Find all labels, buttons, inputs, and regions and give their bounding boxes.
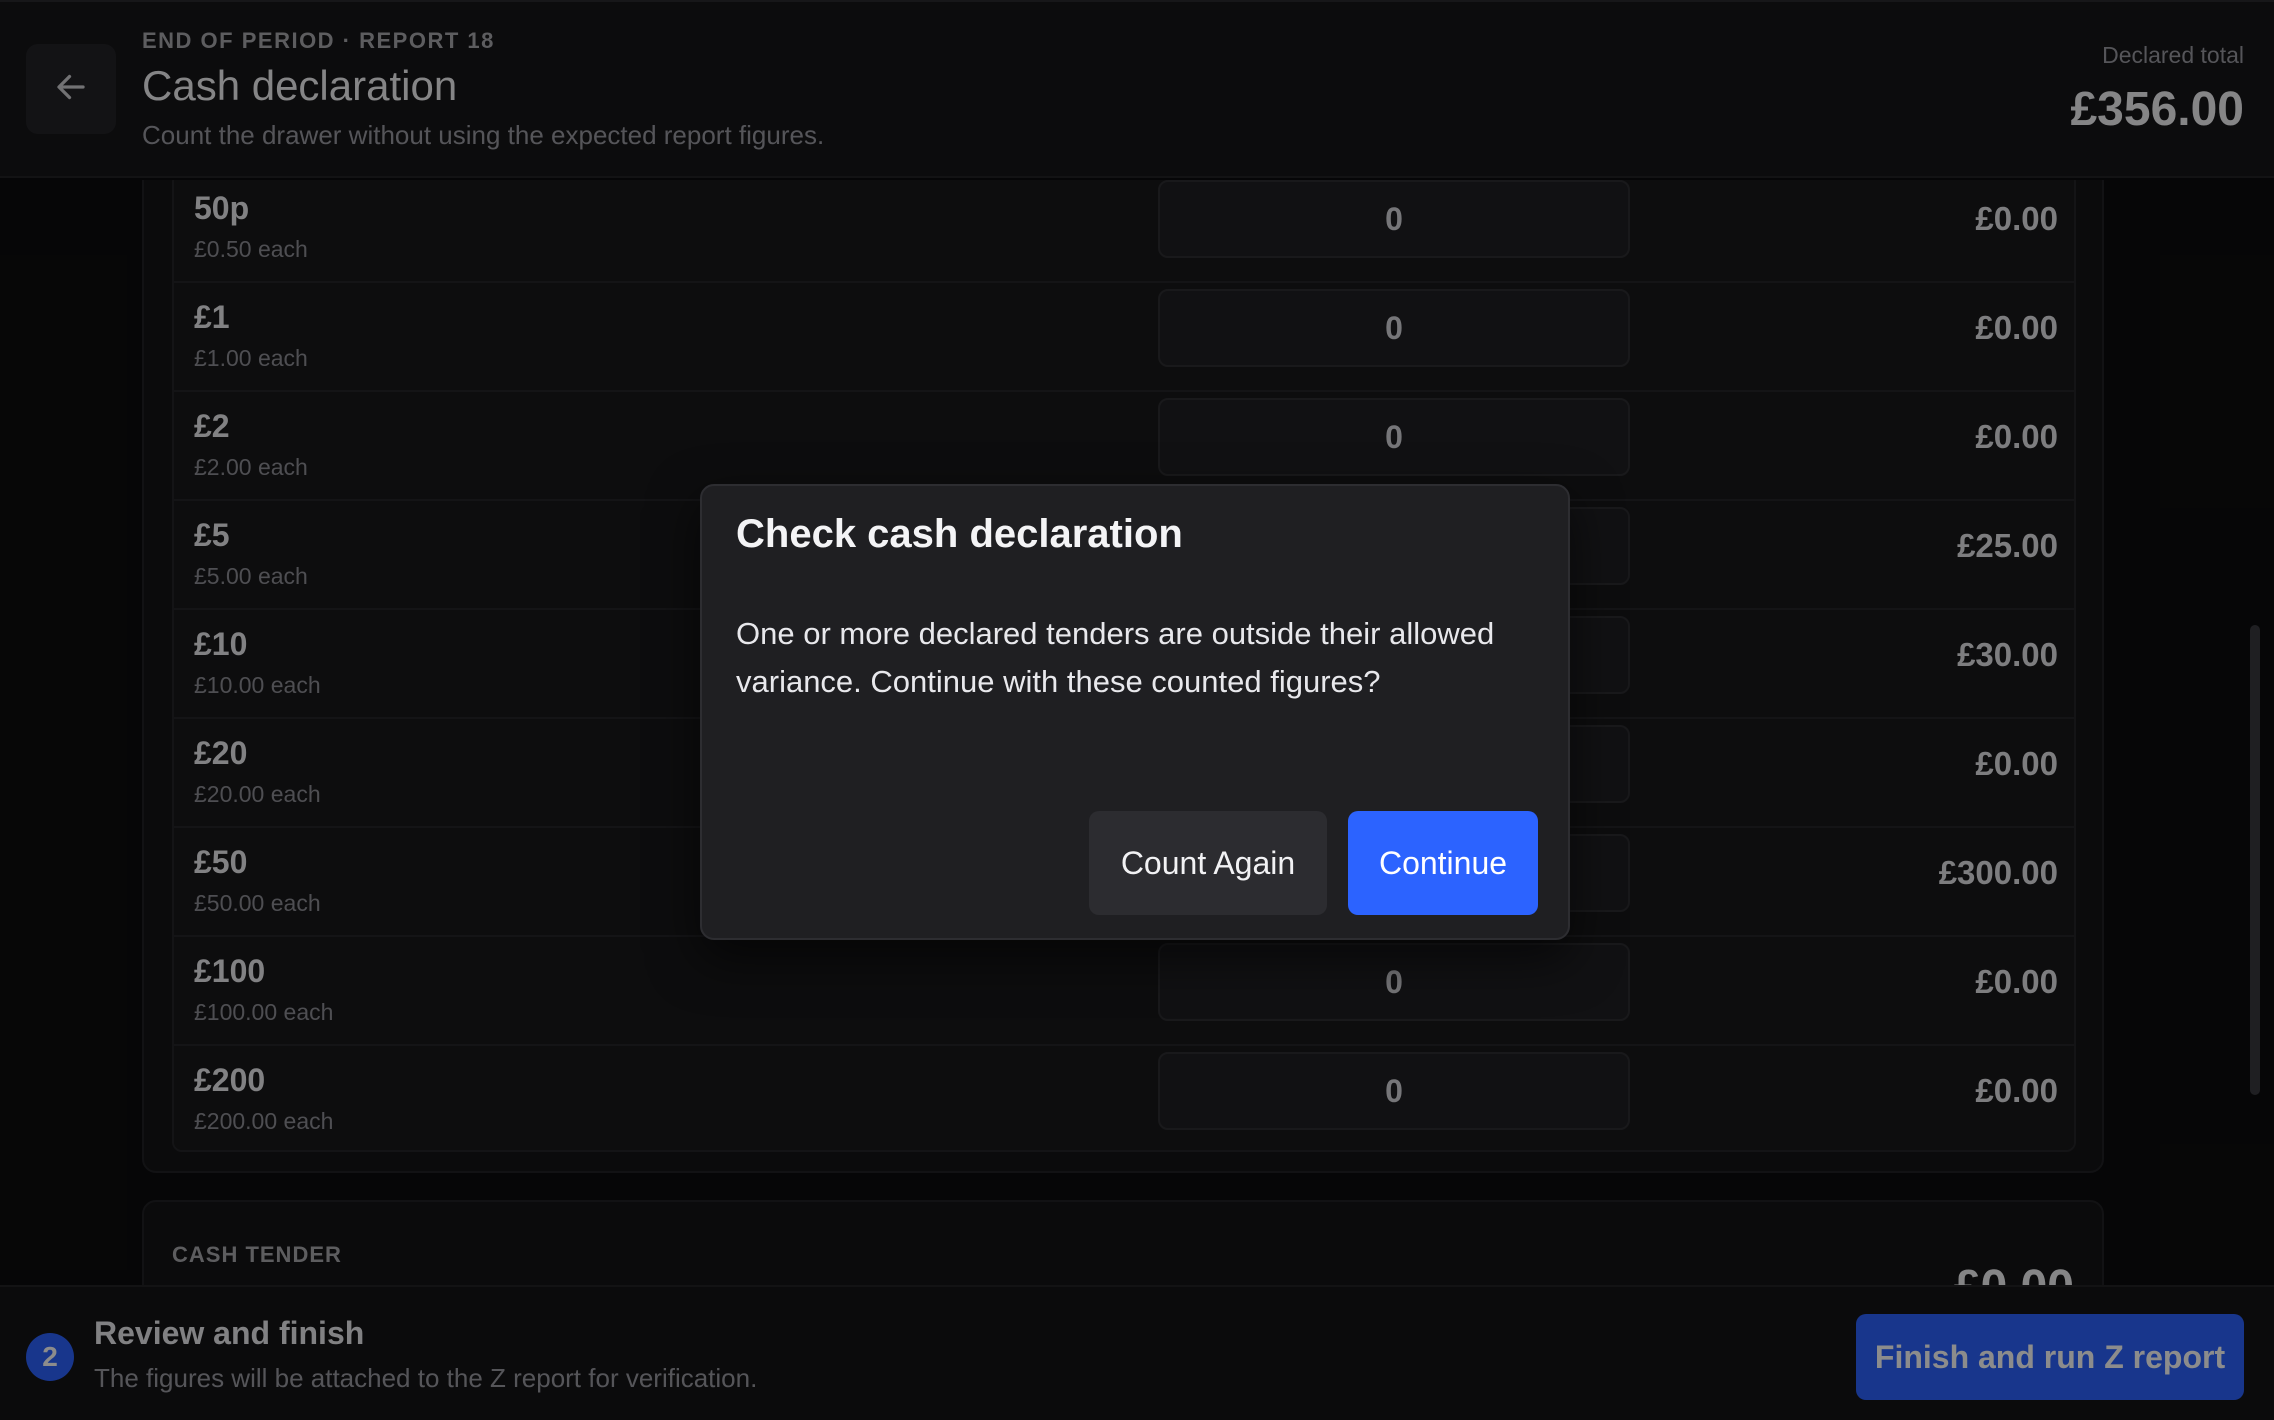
app-root: END OF PERIOD · REPORT 18 Cash declarati…: [0, 0, 2274, 1420]
dialog-title: Check cash declaration: [736, 512, 1183, 556]
count-again-button[interactable]: Count Again: [1089, 811, 1327, 915]
confirm-dialog: Check cash declaration One or more decla…: [700, 484, 1570, 940]
dialog-message: One or more declared tenders are outside…: [736, 616, 1495, 699]
continue-button[interactable]: Continue: [1348, 811, 1538, 915]
